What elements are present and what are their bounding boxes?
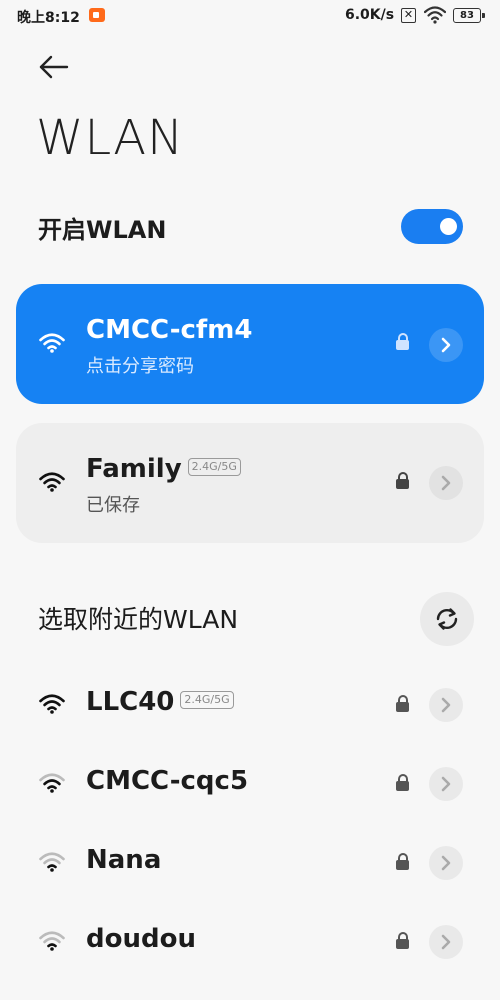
lock-icon	[396, 472, 409, 489]
band-badge: 2.4G/5G	[180, 690, 234, 709]
network-name: CMCC-cfm4	[86, 315, 253, 345]
wlan-toggle[interactable]	[401, 209, 463, 244]
chevron-right-icon	[441, 697, 451, 713]
wifi-icon	[39, 931, 65, 951]
nearby-wlan-label: 选取附近的WLAN	[38, 605, 239, 634]
network-name: Nana	[86, 845, 162, 875]
status-time: 晚上8:12	[17, 10, 80, 26]
network-name-text: LLC40	[86, 687, 175, 717]
wifi-icon	[39, 333, 65, 353]
lock-icon	[396, 695, 409, 712]
network-subtitle: 已保存	[86, 495, 140, 516]
network-details-button[interactable]	[429, 767, 463, 801]
list-item[interactable]: LLC40 2.4G/5G	[0, 674, 500, 734]
chevron-right-icon	[441, 475, 451, 491]
status-bar: 晚上8:12 6.0K/s ✕ 83	[0, 0, 500, 32]
network-speed: 6.0K/s	[345, 7, 395, 23]
battery-indicator: 83	[453, 8, 485, 23]
network-details-button[interactable]	[429, 925, 463, 959]
list-item[interactable]: CMCC-cqc5	[0, 753, 500, 813]
wifi-icon	[39, 852, 65, 872]
wifi-icon	[39, 694, 65, 714]
screen-record-icon	[89, 8, 105, 22]
chevron-right-icon	[441, 934, 451, 950]
network-details-button[interactable]	[429, 688, 463, 722]
refresh-button[interactable]	[420, 592, 474, 646]
network-details-button[interactable]	[429, 466, 463, 500]
wifi-icon	[39, 472, 65, 492]
network-name-text: Family	[86, 454, 182, 484]
network-subtitle: 点击分享密码	[86, 356, 194, 377]
lock-icon	[396, 853, 409, 870]
lock-icon	[396, 333, 409, 350]
connected-network-card[interactable]: CMCC-cfm4 点击分享密码	[16, 284, 484, 404]
status-wifi-icon	[424, 6, 446, 24]
network-details-button[interactable]	[429, 328, 463, 362]
band-badge: 2.4G/5G	[187, 457, 241, 476]
chevron-right-icon	[441, 776, 451, 792]
network-name: Family 2.4G/5G	[86, 454, 241, 484]
toggle-knob	[440, 218, 457, 235]
list-item[interactable]: doudou	[0, 911, 500, 971]
list-item[interactable]: Nana	[0, 832, 500, 892]
network-name: LLC40 2.4G/5G	[86, 687, 234, 717]
refresh-icon	[436, 608, 458, 630]
network-name: CMCC-cqc5	[86, 766, 249, 796]
chevron-right-icon	[441, 855, 451, 871]
arrow-left-icon[interactable]	[36, 52, 70, 82]
wlan-toggle-label: 开启WLAN	[38, 216, 167, 244]
lock-icon	[396, 774, 409, 791]
chevron-right-icon	[441, 337, 451, 353]
saved-network-card[interactable]: Family 2.4G/5G 已保存	[16, 423, 484, 543]
wifi-icon	[39, 773, 65, 793]
lock-icon	[396, 932, 409, 949]
network-details-button[interactable]	[429, 846, 463, 880]
network-name: doudou	[86, 924, 196, 954]
no-sim-icon: ✕	[401, 8, 416, 23]
page-title: WLAN	[36, 110, 185, 166]
